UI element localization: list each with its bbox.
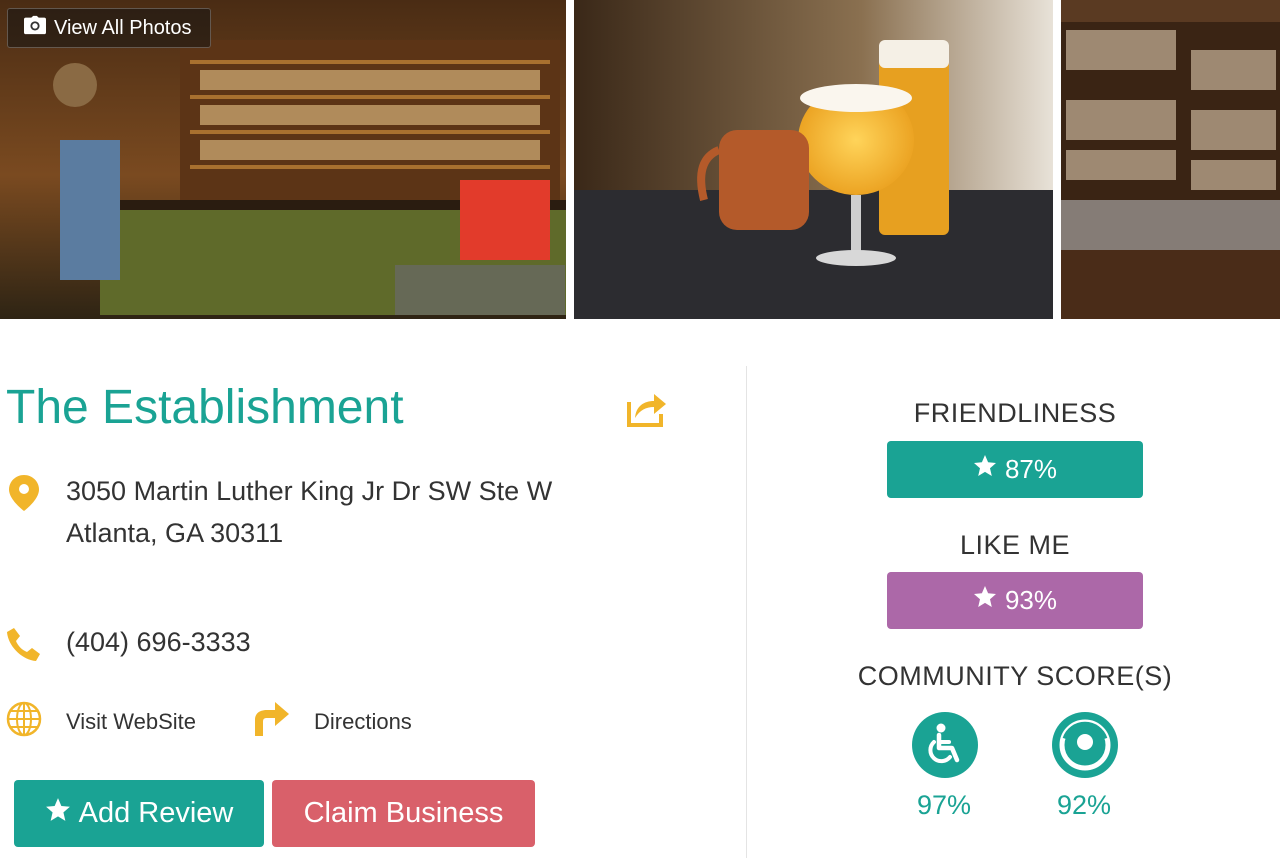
phone-icon xyxy=(6,626,42,667)
star-icon xyxy=(45,797,71,831)
visit-website-link[interactable]: Visit WebSite xyxy=(66,709,196,735)
circle-gauge-icon[interactable] xyxy=(1052,712,1118,778)
photo-gallery: View All Photos xyxy=(0,0,1280,319)
view-all-photos-label: View All Photos xyxy=(54,16,192,39)
business-address: 3050 Martin Luther King Jr Dr SW Ste W A… xyxy=(66,470,626,554)
friendliness-label: FRIENDLINESS xyxy=(913,398,1117,428)
star-icon xyxy=(973,585,997,616)
add-review-label: Add Review xyxy=(78,797,234,829)
business-name: The Establishment xyxy=(6,381,404,434)
drinks-photo[interactable] xyxy=(574,0,1053,319)
community-score-label: COMMUNITY SCORE(S) xyxy=(857,661,1173,691)
liquor-shelves-photo[interactable] xyxy=(1061,0,1280,319)
camera-icon xyxy=(24,15,46,41)
add-review-button[interactable]: Add Review xyxy=(14,780,264,847)
like-me-label: LIKE ME xyxy=(959,530,1071,560)
wheelchair-icon[interactable] xyxy=(912,712,978,778)
like-me-score-badge: 93% xyxy=(887,572,1143,629)
phone-number[interactable]: (404) 696-3333 xyxy=(66,627,251,658)
share-icon[interactable] xyxy=(626,388,668,428)
friendliness-value: 87% xyxy=(1004,454,1058,484)
directions-arrow-icon[interactable] xyxy=(251,700,291,743)
address-line1: 3050 Martin Luther King Jr Dr SW Ste W xyxy=(66,476,553,506)
address-line2: Atlanta, GA 30311 xyxy=(66,518,284,548)
column-divider xyxy=(746,366,747,858)
community-score-value: 92% xyxy=(1056,790,1112,820)
friendliness-score-badge: 87% xyxy=(887,441,1143,498)
claim-business-button[interactable]: Claim Business xyxy=(272,780,535,847)
globe-icon xyxy=(6,701,42,742)
map-pin-icon xyxy=(9,475,39,516)
like-me-value: 93% xyxy=(1004,585,1058,615)
star-icon xyxy=(973,454,997,485)
directions-link[interactable]: Directions xyxy=(314,709,412,735)
view-all-photos-button[interactable]: View All Photos xyxy=(7,8,211,48)
accessibility-score-value: 97% xyxy=(916,790,972,820)
